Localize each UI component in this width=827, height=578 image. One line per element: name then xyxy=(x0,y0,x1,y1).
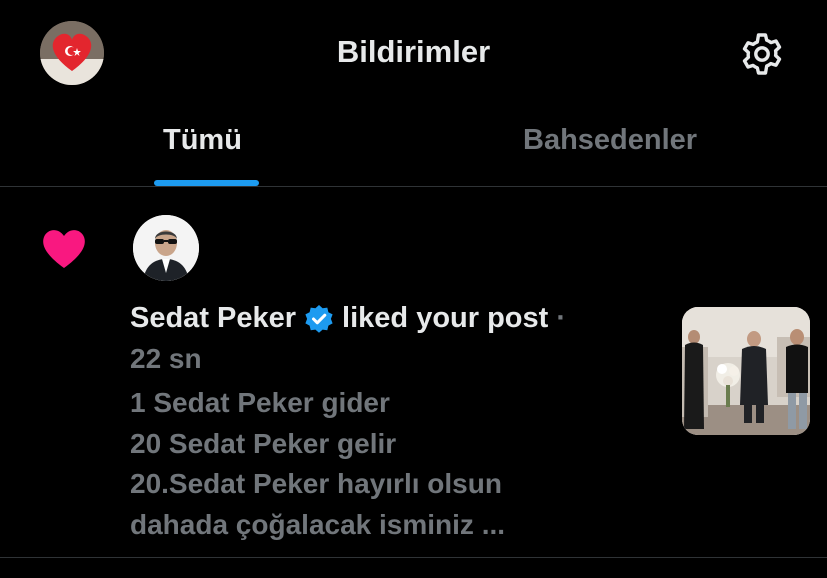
post-preview: 1 Sedat Peker gider 20 Sedat Peker gelir… xyxy=(130,383,670,545)
settings-button[interactable] xyxy=(738,30,786,78)
page-title: Bildirimler xyxy=(336,34,491,69)
verified-badge-icon xyxy=(305,304,333,333)
post-line: dahada çoğalacak isminiz ... xyxy=(130,508,506,540)
actor-avatar[interactable] xyxy=(133,215,199,281)
gear-icon xyxy=(742,33,782,75)
post-line: 20.Sedat Peker hayırlı olsun xyxy=(130,468,502,499)
post-line: 1 Sedat Peker gider xyxy=(130,387,390,418)
tab-all[interactable]: Tümü xyxy=(163,124,242,157)
top-bar: Bildirimler xyxy=(0,0,827,110)
post-thumbnail[interactable] xyxy=(682,307,810,435)
tab-bar: Tümü Bahsedenler xyxy=(0,110,827,186)
notification-text: Sedat Peker liked your post · xyxy=(130,302,566,335)
tab-mentions[interactable]: Bahsedenler xyxy=(523,124,697,157)
tabs-divider xyxy=(0,186,827,187)
actor-name[interactable]: Sedat Peker xyxy=(130,302,296,335)
separator-dot: · xyxy=(556,302,566,334)
item-divider xyxy=(0,557,827,558)
photo-thumbnail-image xyxy=(682,307,810,435)
action-text: liked your post xyxy=(342,302,549,334)
post-line: 20 Sedat Peker gelir xyxy=(130,427,397,459)
timestamp: 22 sn xyxy=(130,343,202,374)
heart-icon xyxy=(43,230,85,268)
person-avatar-icon xyxy=(133,215,199,281)
